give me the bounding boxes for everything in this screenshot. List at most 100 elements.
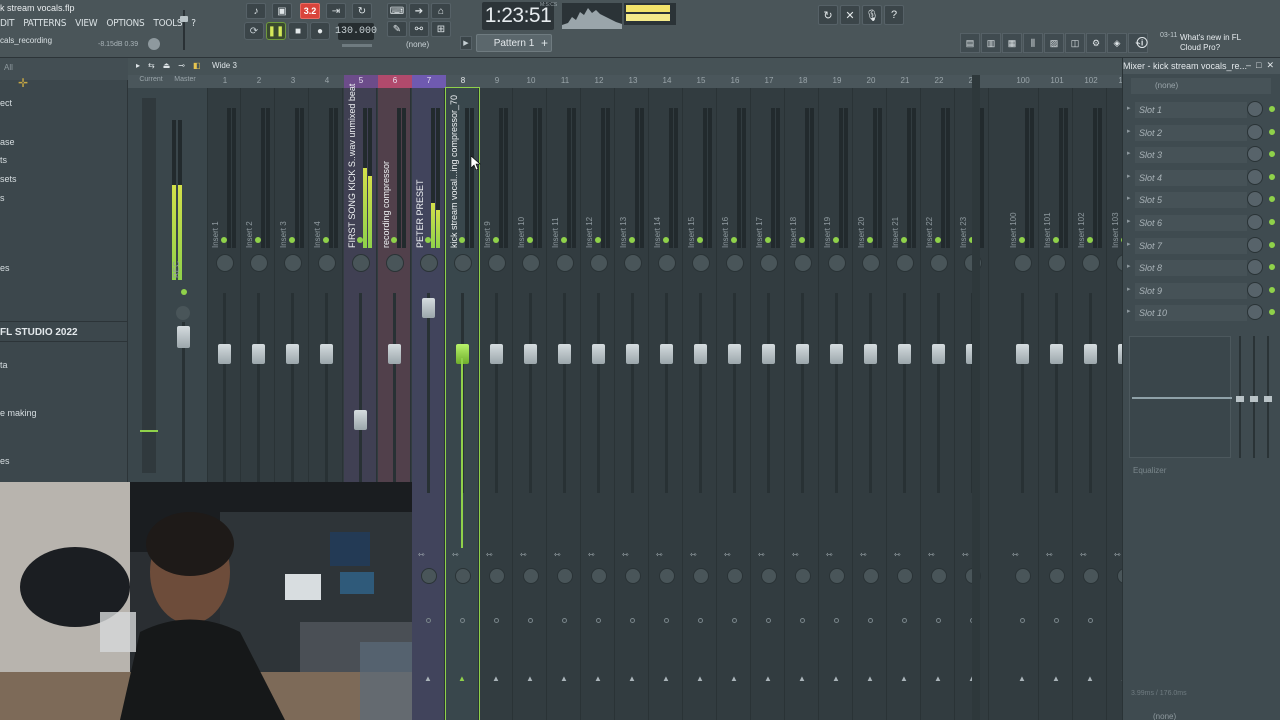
channel-number[interactable]: 20 <box>854 76 888 85</box>
slot-enable-led[interactable] <box>1269 241 1275 248</box>
mute-led[interactable] <box>697 237 703 243</box>
channel-label[interactable]: Insert 20 <box>857 108 867 248</box>
mixer-strip[interactable]: Insert 16 ⇿ ▲ <box>718 88 751 720</box>
volume-fader[interactable] <box>796 344 809 364</box>
route-arrow-icon[interactable]: ▲ <box>424 674 432 683</box>
tempo-display[interactable]: 130.000 <box>335 23 377 40</box>
pan-knob[interactable] <box>1048 254 1066 272</box>
route-arrow-icon[interactable]: ▲ <box>764 674 772 683</box>
browser-item[interactable]: es <box>0 263 10 273</box>
mixer-strip[interactable]: Insert 11 ⇿ ▲ <box>548 88 581 720</box>
volume-fader[interactable] <box>320 344 333 364</box>
channel-number[interactable]: 100 <box>1006 76 1040 85</box>
loop-record-icon[interactable]: ↻ <box>352 3 372 19</box>
browser-item[interactable]: e making <box>0 408 37 418</box>
channel-number[interactable]: 14 <box>650 76 684 85</box>
slot-enable-led[interactable] <box>1269 173 1275 180</box>
record-button[interactable]: ● <box>310 22 330 40</box>
mute-led[interactable] <box>765 237 771 243</box>
browser-item[interactable]: ase <box>0 137 15 147</box>
slot-name[interactable]: Slot 8 <box>1135 260 1247 277</box>
send-knob[interactable] <box>761 568 777 584</box>
pan-knob[interactable] <box>896 254 914 272</box>
browser-icon[interactable]: ◈ <box>1107 33 1127 53</box>
channel-number[interactable]: 8 <box>446 76 480 85</box>
channel-label[interactable]: Insert 12 <box>585 108 595 248</box>
route-dot[interactable] <box>1020 618 1025 623</box>
channel-number[interactable]: 12 <box>582 76 616 85</box>
stereo-separation-icon[interactable]: ⇿ <box>622 550 629 559</box>
news-panel[interactable]: 🛈 03-11 What's new in FL Cloud Pro? <box>1136 32 1280 54</box>
channel-label[interactable]: kick stream vocal...ing compressor_70 <box>449 95 459 248</box>
stereo-separation-icon[interactable]: ⇿ <box>486 550 493 559</box>
pan-knob[interactable] <box>658 254 676 272</box>
route-arrow-icon[interactable]: ▲ <box>662 674 670 683</box>
route-arrow-icon[interactable]: ▲ <box>832 674 840 683</box>
route-dot[interactable] <box>528 618 533 623</box>
pan-knob[interactable] <box>1014 254 1032 272</box>
browser-item[interactable]: ts <box>0 155 7 165</box>
channel-label[interactable]: Insert 101 <box>1043 108 1053 248</box>
mixer-strip[interactable]: Insert 14 ⇿ ▲ <box>650 88 683 720</box>
pan-knob[interactable] <box>726 254 744 272</box>
effect-slot[interactable]: ▸ Slot 5 <box>1123 188 1280 210</box>
channel-label[interactable]: Insert 17 <box>755 108 765 248</box>
channel-label[interactable]: Insert 23 <box>959 108 969 248</box>
channel-number[interactable]: 4 <box>310 76 344 85</box>
channel-label[interactable]: Insert 15 <box>687 108 697 248</box>
route-dot[interactable] <box>596 618 601 623</box>
tools-icon[interactable]: ✕ <box>840 5 860 25</box>
volume-fader[interactable] <box>218 344 231 364</box>
rec-mode-icon[interactable]: ▣ <box>272 3 292 19</box>
slot-arrow-icon[interactable]: ▸ <box>1127 285 1131 293</box>
channel-label[interactable]: Insert 3 <box>279 108 289 248</box>
oscilloscope[interactable] <box>562 3 622 29</box>
tempo-slider[interactable] <box>342 44 372 47</box>
mixer-strip[interactable]: Insert 22 ⇿ ▲ <box>922 88 955 720</box>
route-dot[interactable] <box>902 618 907 623</box>
disk-icon[interactable]: ⏏ <box>163 61 171 70</box>
stereo-separation-icon[interactable]: ⇿ <box>894 550 901 559</box>
volume-fader[interactable] <box>864 344 877 364</box>
menu-edit[interactable]: DIT <box>0 18 14 32</box>
channel-number[interactable]: 3 <box>276 76 310 85</box>
plugin-database-icon[interactable]: ⚙ <box>1086 33 1106 53</box>
menu-tools[interactable]: TOOLS <box>153 18 182 32</box>
channel-number[interactable]: 9 <box>480 76 514 85</box>
stereo-separation-icon[interactable]: ⇿ <box>1114 550 1121 559</box>
pan-knob[interactable] <box>386 254 404 272</box>
mixer-strip[interactable]: PETER PRESET ⇿ ▲ <box>412 88 445 720</box>
effect-slot[interactable]: ▸ Slot 4 <box>1123 166 1280 188</box>
route-dot[interactable] <box>732 618 737 623</box>
slot-name[interactable]: Slot 7 <box>1135 237 1247 254</box>
add-pattern-icon[interactable]: + <box>541 36 548 50</box>
slot-name[interactable]: Slot 5 <box>1135 192 1247 209</box>
pan-knob[interactable] <box>862 254 880 272</box>
stereo-separation-icon[interactable]: ⇿ <box>452 550 459 559</box>
slot-enable-led[interactable] <box>1269 151 1275 158</box>
mute-led[interactable] <box>799 237 805 243</box>
route-arrow-icon[interactable]: ▲ <box>560 674 568 683</box>
volume-fader[interactable] <box>1050 344 1063 364</box>
route-dot[interactable] <box>834 618 839 623</box>
route-dot[interactable] <box>460 618 465 623</box>
channel-label[interactable]: Insert 10 <box>517 108 527 248</box>
send-knob[interactable] <box>693 568 709 584</box>
volume-fader[interactable] <box>252 344 265 364</box>
browser-item[interactable]: es <box>0 456 10 466</box>
slot-mix-knob[interactable] <box>1247 214 1263 230</box>
volume-fader[interactable] <box>354 410 367 430</box>
stereo-separation-icon[interactable]: ⇿ <box>724 550 731 559</box>
route-arrow-icon[interactable]: ▲ <box>696 674 704 683</box>
mixer-layout-label[interactable]: Wide 3 <box>212 61 237 70</box>
effect-slot[interactable]: ▸ Slot 10 <box>1123 301 1280 323</box>
flip-icon[interactable]: ⇆ <box>148 61 155 70</box>
route-arrow-icon[interactable]: ▲ <box>1086 674 1094 683</box>
channel-number[interactable]: 7 <box>412 75 446 88</box>
volume-fader[interactable] <box>286 344 299 364</box>
step-edit-icon[interactable]: ⇥ <box>326 3 346 19</box>
slot-arrow-icon[interactable]: ▸ <box>1127 217 1131 225</box>
pan-knob[interactable] <box>794 254 812 272</box>
route-arrow-icon[interactable]: ▲ <box>628 674 636 683</box>
route-arrow-icon[interactable]: ▲ <box>798 674 806 683</box>
